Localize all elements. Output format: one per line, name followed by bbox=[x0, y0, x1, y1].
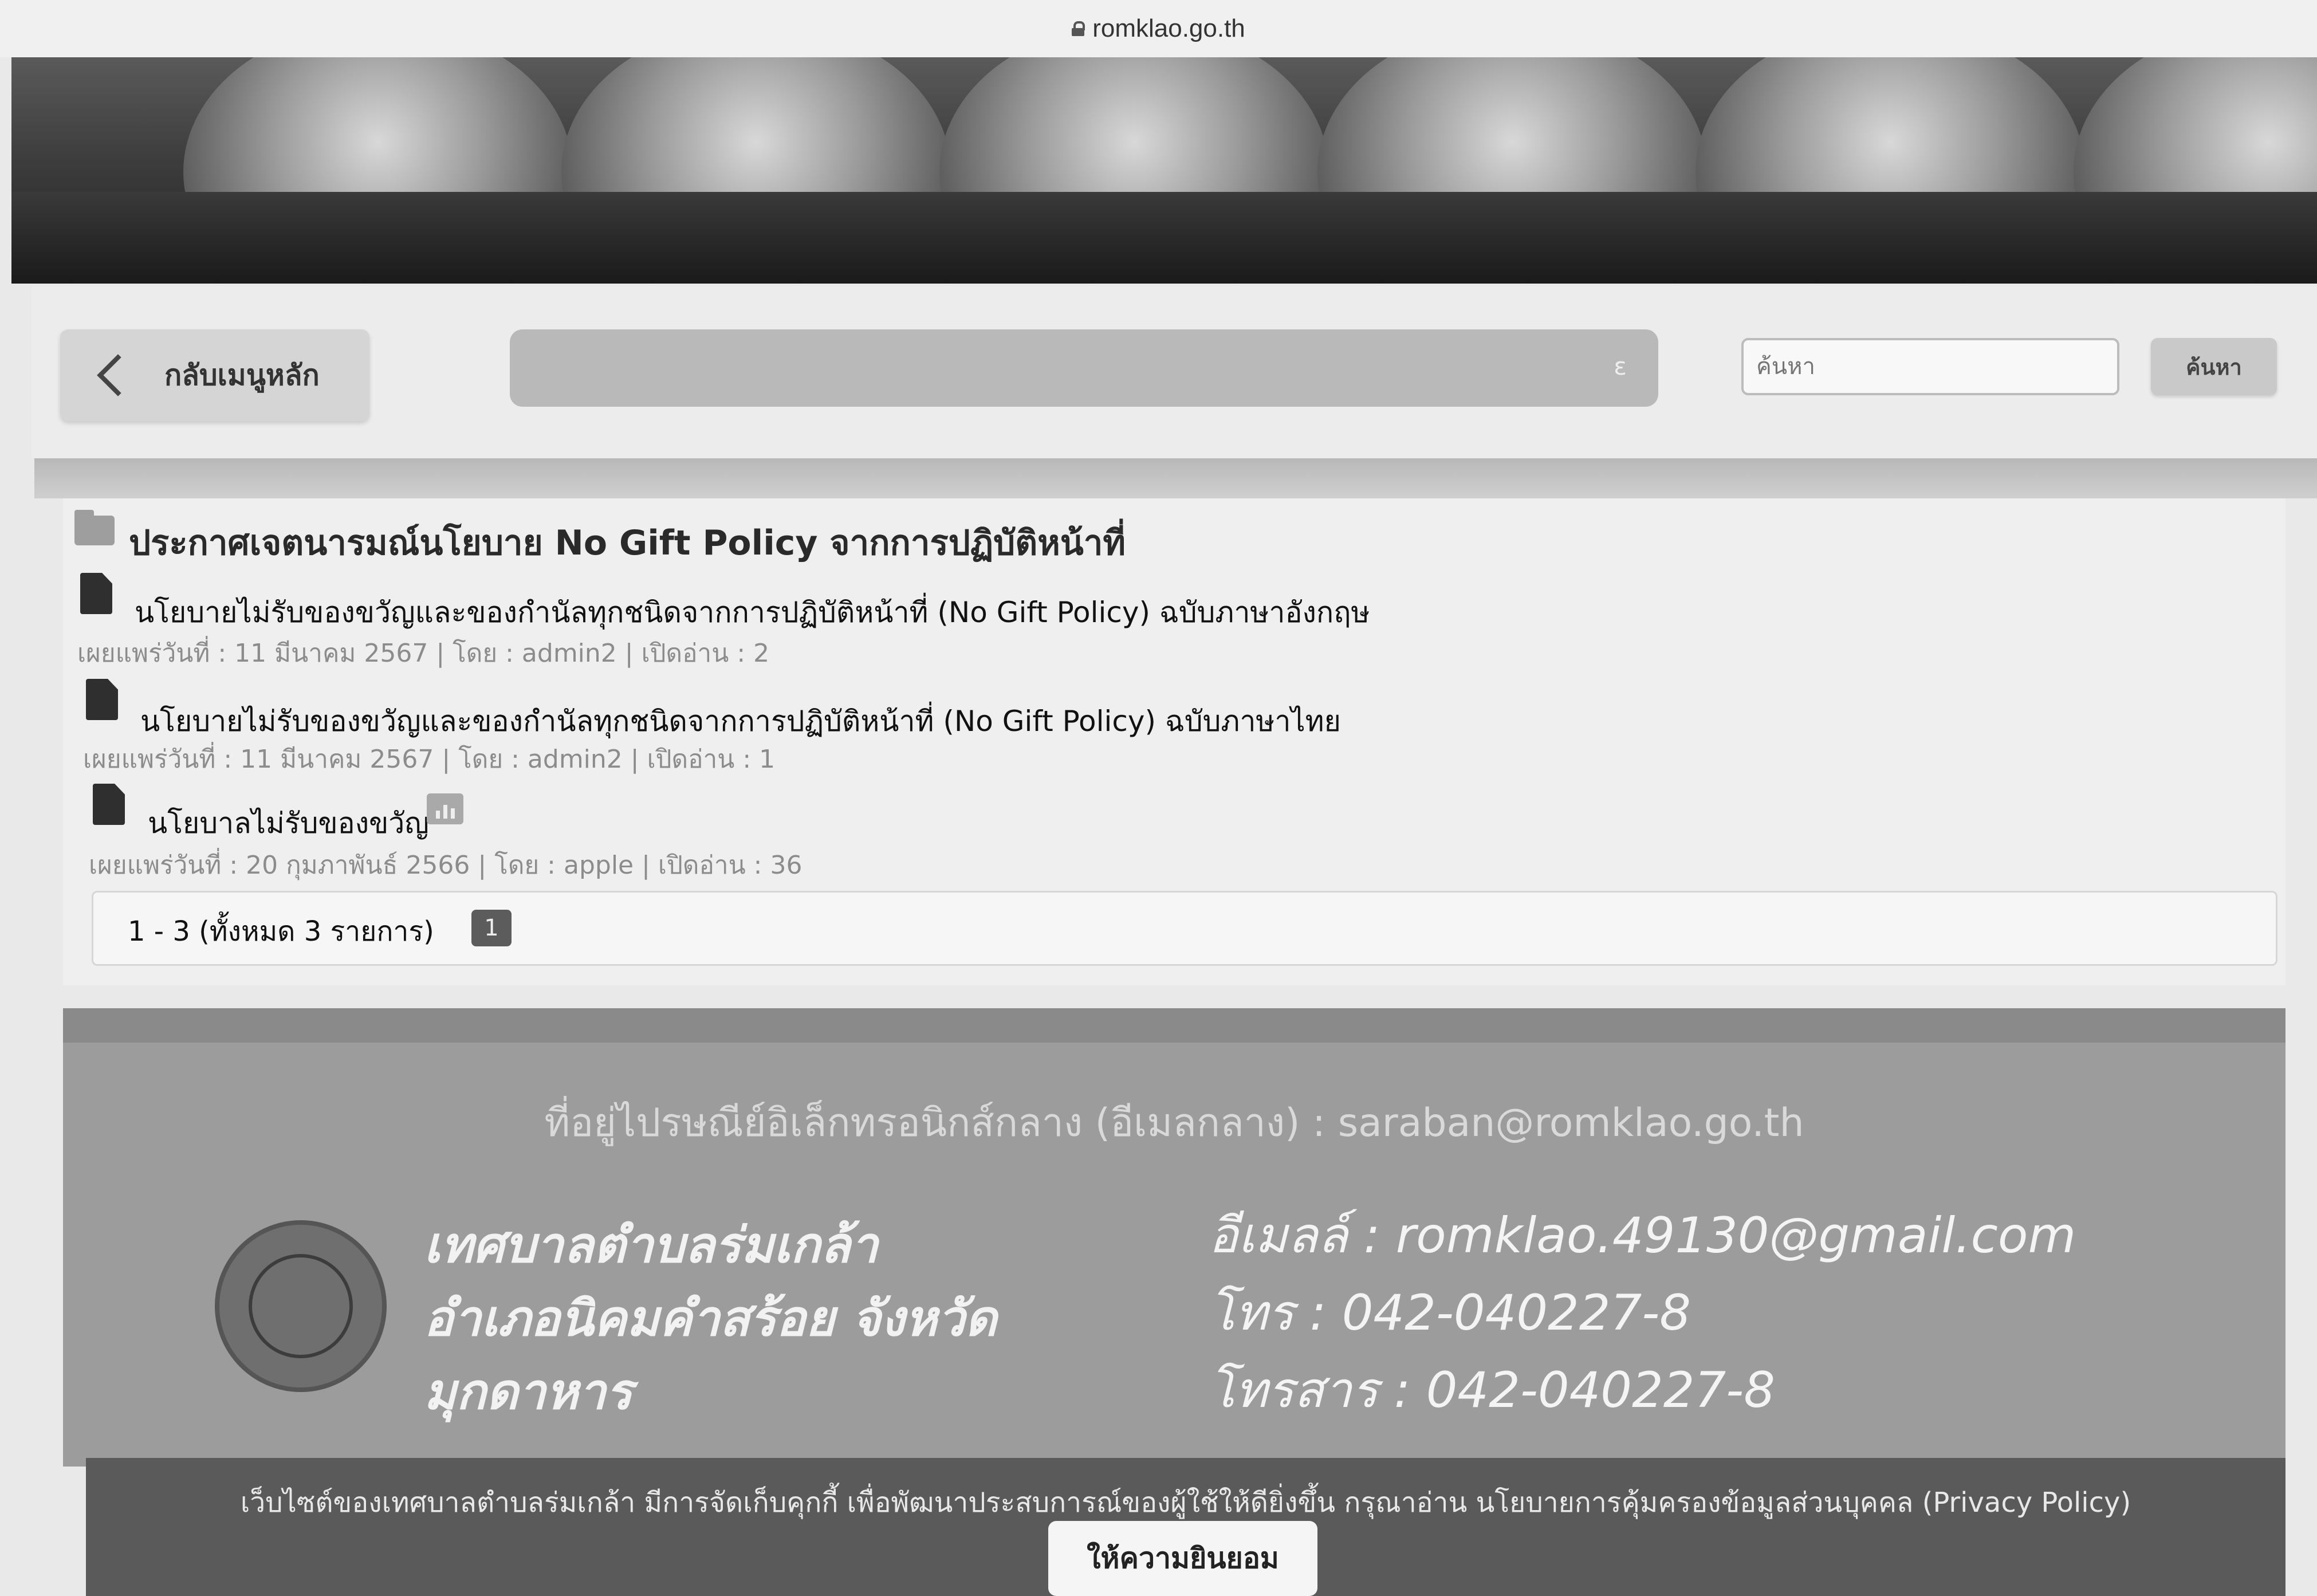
marquee-text: ε bbox=[1614, 352, 1627, 380]
document-icon bbox=[80, 573, 112, 614]
cookie-consent-bar: เว็บไซต์ของเทศบาลตำบลร่มเกล้า มีการจัดเก… bbox=[86, 1458, 2285, 1596]
organization-name: เทศบาลตำบลร่มเกล้า อำเภอนิคมคำสร้อย จังห… bbox=[424, 1209, 997, 1429]
org-address-line: อำเภอนิคมคำสร้อย จังหวัด bbox=[424, 1290, 997, 1347]
stats-icon bbox=[427, 793, 463, 824]
document-list-section: ประกาศเจตนารมณ์นโยบาย No Gift Policy จาก… bbox=[63, 498, 2285, 985]
central-email: ที่อยู่ไปรษณีย์อิเล็กทรอนิกส์กลาง (อีเมล… bbox=[544, 1100, 1804, 1146]
municipality-emblem-logo bbox=[215, 1220, 387, 1392]
document-icon bbox=[93, 784, 125, 825]
section-divider bbox=[34, 458, 2317, 498]
contact-info: อีเมลล์ : romklao.49130@gmail.com โทร : … bbox=[1209, 1197, 2076, 1429]
accept-cookies-button[interactable]: ให้ความยินยอม bbox=[1048, 1521, 1317, 1596]
header-banner bbox=[11, 57, 2317, 284]
pagination: 1 - 3 (ทั้งหมด 3 รายการ) 1 bbox=[92, 891, 2277, 966]
toolbar: กลับเมนูหลัก ε ค้นหา bbox=[32, 286, 2317, 458]
back-button-label: กลับเมนูหลัก bbox=[164, 358, 320, 392]
emblem-inner-icon bbox=[249, 1254, 353, 1358]
document-link[interactable]: นโยบาลไม่รับของขวัญ bbox=[148, 801, 429, 846]
url-text: romklao.go.th bbox=[1092, 14, 1245, 42]
document-meta: เผยแพร่วันที่ : 11 มีนาคม 2567 | โดย : a… bbox=[83, 745, 776, 774]
document-link[interactable]: นโยบายไม่รับของขวัญและของกำนัลทุกชนิดจาก… bbox=[140, 699, 1341, 744]
contact-phone: โทร : 042-040227-8 bbox=[1209, 1284, 1691, 1342]
cookie-notice-text: เว็บไซต์ของเทศบาลตำบลร่มเกล้า มีการจัดเก… bbox=[240, 1487, 2131, 1519]
footer-top-strip bbox=[63, 1008, 2285, 1043]
search-input[interactable] bbox=[1741, 338, 2119, 395]
document-meta: เผยแพร่วันที่ : 11 มีนาคม 2567 | โดย : a… bbox=[77, 639, 770, 668]
page-1-button[interactable]: 1 bbox=[471, 910, 512, 946]
document-meta: เผยแพร่วันที่ : 20 กุมภาพันธ์ 2566 | โดย… bbox=[89, 851, 803, 880]
footer: ที่อยู่ไปรษณีย์อิเล็กทรอนิกส์กลาง (อีเมล… bbox=[63, 1008, 2285, 1467]
chevron-left-icon bbox=[97, 354, 139, 396]
category-title: ประกาศเจตนารมณ์นโยบาย No Gift Policy จาก… bbox=[129, 523, 1126, 563]
contact-email: อีเมลล์ : romklao.49130@gmail.com bbox=[1209, 1207, 2076, 1264]
pagination-summary: 1 - 3 (ทั้งหมด 3 รายการ) bbox=[128, 915, 434, 948]
folder-icon bbox=[74, 510, 115, 545]
org-province-line: มุกดาหาร bbox=[424, 1363, 633, 1421]
contact-fax: โทรสาร : 042-040227-8 bbox=[1209, 1362, 1775, 1419]
document-icon bbox=[86, 679, 118, 720]
org-name-line: เทศบาลตำบลร่มเกล้า bbox=[424, 1217, 879, 1274]
browser-address-bar[interactable]: romklao.go.th bbox=[0, 0, 2317, 57]
lock-icon bbox=[1072, 21, 1085, 36]
document-link[interactable]: นโยบายไม่รับของขวัญและของกำนัลทุกชนิดจาก… bbox=[135, 590, 1370, 635]
banner-ground bbox=[11, 192, 2317, 284]
search-button[interactable]: ค้นหา bbox=[2151, 338, 2277, 395]
back-to-main-menu-button[interactable]: กลับเมนูหลัก bbox=[60, 329, 369, 421]
news-marquee: ε bbox=[510, 329, 1658, 407]
